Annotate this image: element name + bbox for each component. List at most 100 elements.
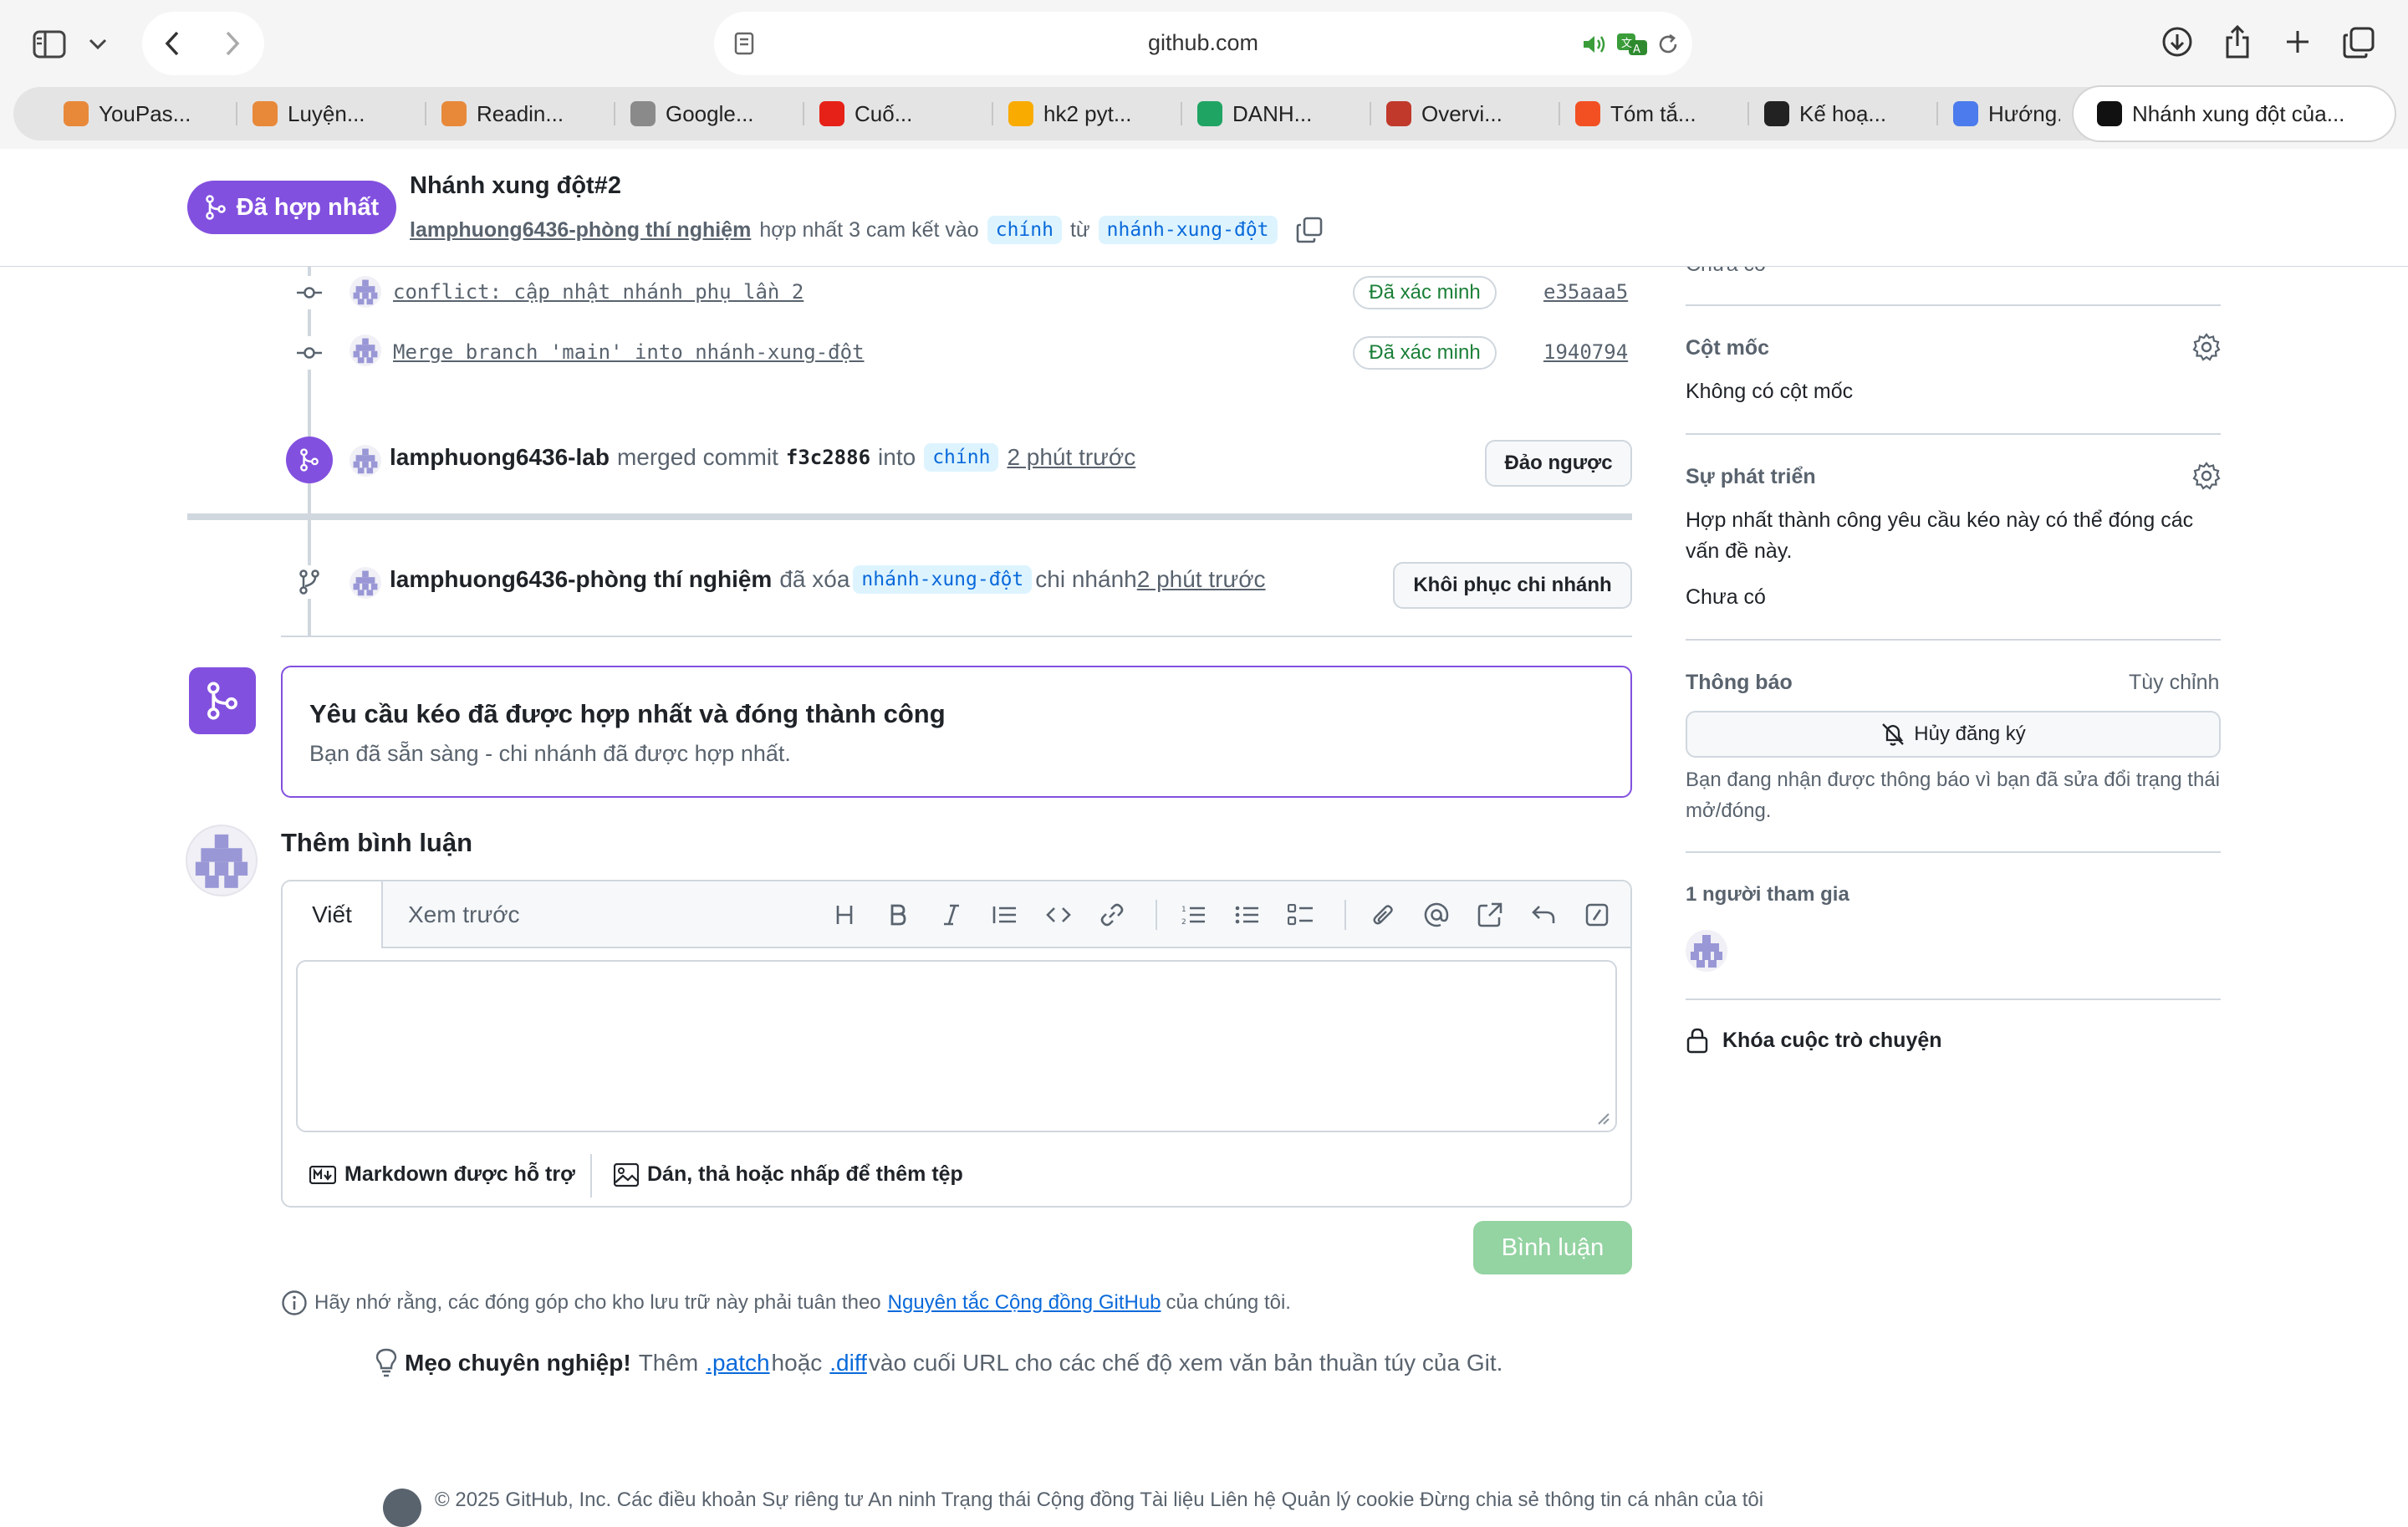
chevron-down-icon[interactable]: [84, 30, 112, 59]
gear-icon[interactable]: [2192, 462, 2222, 492]
avatar[interactable]: [1686, 930, 1727, 972]
browser-tab-label: Tóm tắ...: [1610, 100, 1696, 126]
verified-badge[interactable]: Đã xác minh: [1353, 276, 1497, 309]
tab-write[interactable]: Viết: [283, 881, 383, 948]
merge-event-user[interactable]: lamphuong6436-lab: [390, 444, 610, 471]
link-icon[interactable]: [1097, 900, 1127, 930]
youpass-icon: [64, 101, 89, 126]
reload-icon[interactable]: [1654, 30, 1682, 59]
browser-tab[interactable]: DANH...: [1187, 87, 1363, 140]
commit-sha-link[interactable]: e35aaa5: [1543, 280, 1628, 304]
share-icon[interactable]: [2221, 23, 2254, 60]
footer-links[interactable]: © 2025 GitHub, Inc. Các điều khoản Sự ri…: [435, 1489, 1763, 1511]
browser-tab[interactable]: Overvi...: [1376, 87, 1552, 140]
browser-tab[interactable]: Tóm tắ...: [1565, 87, 1741, 140]
community-guidelines-link[interactable]: Nguyên tắc Cộng đồng GitHub: [888, 1291, 1161, 1315]
merge-text: hợp nhất 3 cam kết vào: [759, 217, 979, 242]
sidebar-toggle-icon[interactable]: [30, 25, 69, 64]
heading-icon[interactable]: [829, 900, 860, 930]
undo-reply-icon[interactable]: [1528, 900, 1559, 930]
code-icon[interactable]: [1043, 900, 1074, 930]
tab-separator: [1181, 102, 1182, 125]
resize-handle-icon[interactable]: [1595, 1111, 1610, 1126]
bold-icon[interactable]: [883, 900, 913, 930]
pr-author-link[interactable]: lamphuong6436-phòng thí nghiệm: [410, 218, 751, 243]
back-icon[interactable]: [156, 27, 189, 60]
browser-tab[interactable]: Google...: [620, 87, 796, 140]
base-branch-chip[interactable]: chính: [987, 216, 1062, 244]
luyen-icon: [253, 101, 278, 126]
browser-tab[interactable]: Luyện...: [242, 87, 418, 140]
deleted-branch-chip[interactable]: nhánh-xung-đột: [853, 565, 1033, 594]
patch-link[interactable]: .patch: [706, 1350, 769, 1376]
avatar[interactable]: [349, 445, 381, 477]
avatar[interactable]: [349, 335, 381, 366]
lock-conversation[interactable]: Khóa cuộc trò chuyện: [1686, 1027, 1942, 1054]
commit-message-link[interactable]: Merge branch 'main' into nhánh-xung-đột: [393, 340, 865, 364]
browser-tab[interactable]: hk2 pyt...: [998, 87, 1174, 140]
attachment-icon[interactable]: [1368, 900, 1398, 930]
gear-icon[interactable]: [2192, 333, 2222, 363]
tab-bar: YouPas... Luyện... Readin... Google... Cuố..…: [13, 87, 2395, 140]
customize-link[interactable]: Tùy chỉnh: [2129, 667, 2219, 698]
browser-tab[interactable]: Nhánh xung đột của...: [2074, 87, 2395, 140]
browser-tab[interactable]: Readin...: [431, 87, 607, 140]
unsubscribe-button[interactable]: Hủy đăng ký: [1686, 711, 2221, 758]
merge-commit-sha[interactable]: f3c2886: [786, 446, 870, 469]
forward-icon[interactable]: [216, 27, 249, 60]
protip-text-1: Thêm: [638, 1350, 699, 1376]
milestone-label[interactable]: Cột mốc: [1686, 336, 1769, 360]
commit-sha-link[interactable]: 1940794: [1543, 340, 1628, 364]
merge-time-link[interactable]: 2 phút trước: [1007, 444, 1135, 471]
bell-slash-icon: [1882, 723, 1905, 746]
browser-tab-label: Luyện...: [288, 100, 365, 126]
browser-tab[interactable]: Cuố...: [809, 87, 985, 140]
browser-tab[interactable]: YouPas...: [54, 87, 229, 140]
tab-preview[interactable]: Xem trước: [408, 901, 520, 928]
avatar[interactable]: [186, 825, 258, 896]
italic-icon[interactable]: [936, 900, 967, 930]
ordered-list-icon[interactable]: 12: [1179, 900, 1209, 930]
add-comment-heading: Thêm bình luận: [281, 828, 473, 857]
github-logo-icon[interactable]: [383, 1489, 421, 1527]
quote-icon[interactable]: [990, 900, 1020, 930]
development-label[interactable]: Sự phát triển: [1686, 465, 1816, 489]
copy-icon[interactable]: [1296, 217, 1323, 243]
tab-separator: [992, 102, 993, 125]
markdown-note[interactable]: Markdown được hỗ trợ: [309, 1162, 575, 1187]
tab-separator: [803, 102, 804, 125]
browser-tab[interactable]: Kế hoạ...: [1754, 87, 1930, 140]
task-list-icon[interactable]: [1286, 900, 1316, 930]
head-branch-chip[interactable]: nhánh-xung-đột: [1098, 216, 1278, 244]
merge-branch-chip[interactable]: chính: [924, 443, 999, 472]
git-branch-icon: [293, 565, 326, 599]
download-icon[interactable]: [2161, 25, 2194, 59]
browser-tab[interactable]: Hướng...: [1943, 87, 2060, 140]
unordered-list-icon[interactable]: [1232, 900, 1263, 930]
speaker-icon[interactable]: [1580, 32, 1609, 57]
new-tab-icon[interactable]: [2283, 27, 2313, 57]
avatar[interactable]: [349, 276, 381, 308]
browser-tab-label: Nhánh xung đột của...: [2132, 100, 2345, 126]
commit-message-link[interactable]: conflict: cập nhật nhánh phụ lần 2: [393, 280, 804, 304]
diff-link[interactable]: .diff: [829, 1350, 867, 1376]
tab-overview-icon[interactable]: [2341, 25, 2376, 60]
revert-button[interactable]: Đảo ngược: [1485, 440, 1632, 487]
address-bar[interactable]: github.com 文A: [714, 12, 1692, 75]
avatar[interactable]: [349, 567, 381, 599]
mention-icon[interactable]: [1421, 900, 1451, 930]
restore-branch-button[interactable]: Khôi phục chi nhánh: [1393, 562, 1632, 609]
slash-command-icon[interactable]: [1582, 900, 1612, 930]
attach-files-note[interactable]: Dán, thả hoặc nhấp để thêm tệp: [614, 1162, 963, 1187]
verified-badge[interactable]: Đã xác minh: [1353, 336, 1497, 370]
translate-icon[interactable]: 文A: [1615, 30, 1649, 59]
comment-submit-button[interactable]: Bình luận: [1473, 1221, 1632, 1274]
pr-sticky-header: Đã hợp nhất Nhánh xung đột#2 lamphuong64…: [0, 149, 2408, 267]
delete-time-link[interactable]: 2 phút trước: [1137, 566, 1266, 593]
sidebar-divider: [1686, 851, 2221, 853]
delete-event-user[interactable]: lamphuong6436-phòng thí nghiệm: [390, 566, 772, 593]
cross-reference-icon[interactable]: [1475, 900, 1505, 930]
tab-separator: [425, 102, 426, 125]
comment-textarea[interactable]: [296, 960, 1617, 1132]
markdown-note-label: Markdown được hỗ trợ: [344, 1162, 575, 1186]
